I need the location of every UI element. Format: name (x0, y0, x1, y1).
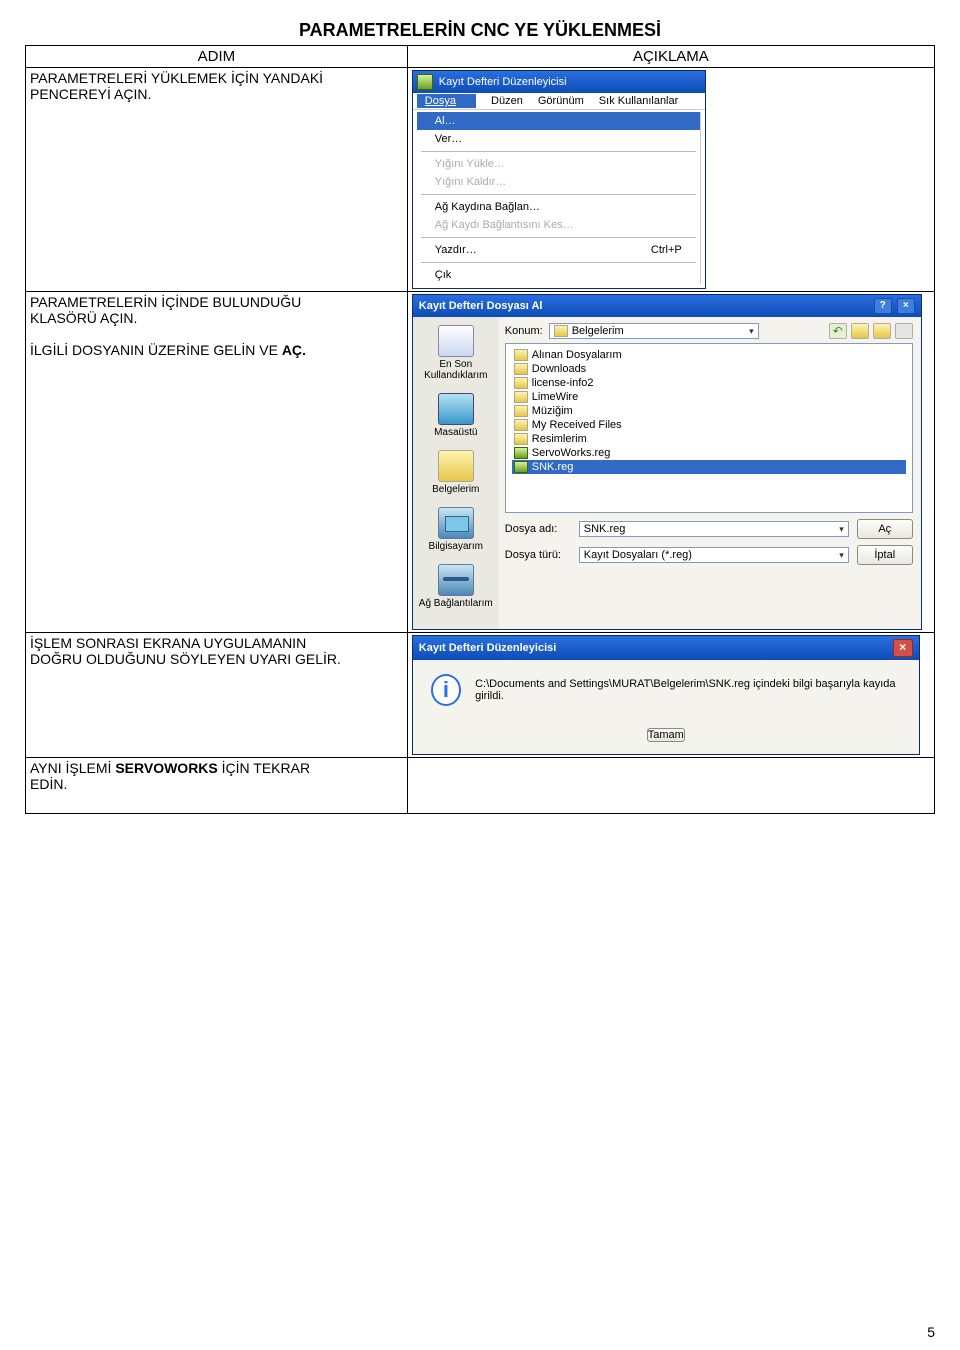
new-folder-icon[interactable] (873, 323, 891, 339)
step1-image: Kayıt Defteri Düzenleyicisi Dosya Düzen … (407, 68, 934, 292)
place-network[interactable]: Ağ Bağlantılarım (415, 564, 497, 609)
filetype-label: Dosya türü: (505, 549, 571, 561)
view-menu-icon[interactable] (895, 323, 913, 339)
menu-sik[interactable]: Sık Kullanılanlar (599, 95, 679, 107)
msgbox-titlebar: Kayıt Defteri Düzenleyicisi × (413, 636, 919, 660)
cancel-button[interactable]: İptal (857, 545, 913, 565)
close-icon[interactable]: × (893, 639, 913, 657)
regwin-title: Kayıt Defteri Düzenleyicisi (439, 76, 567, 88)
regwin-menubar: Dosya Düzen Görünüm Sık Kullanılanlar (413, 93, 705, 110)
folder-icon (554, 325, 568, 337)
place-documents[interactable]: Belgelerim (415, 450, 497, 495)
list-item[interactable]: Resimlerim (512, 432, 906, 446)
list-item[interactable]: license-info2 (512, 376, 906, 390)
chevron-down-icon: ▾ (839, 550, 844, 561)
list-item-selected[interactable]: SNK.reg (512, 460, 906, 474)
menu-item-al[interactable]: Al… (417, 112, 700, 130)
ok-button[interactable]: Tamam (647, 728, 685, 742)
list-item[interactable]: ServoWorks.reg (512, 446, 906, 460)
filename-combo[interactable]: SNK.reg▾ (579, 521, 849, 537)
menu-item-kes: Ağ Kaydı Bağlantısını Kes… (417, 216, 700, 234)
konum-combo[interactable]: Belgelerim ▾ (549, 323, 759, 339)
step3-image: Kayıt Defteri Düzenleyicisi × i C:\Docum… (407, 633, 934, 758)
info-icon: i (431, 674, 461, 706)
list-item[interactable]: Alınan Dosyalarım (512, 348, 906, 362)
step4-text: AYNI İŞLEMİ SERVOWORKS İÇİN TEKRAR EDİN. (26, 758, 408, 814)
place-recent[interactable]: En Son Kullandıklarım (415, 325, 497, 381)
chevron-down-icon: ▾ (749, 326, 754, 337)
back-icon[interactable]: ↶ (829, 323, 847, 339)
close-icon[interactable]: × (897, 298, 915, 314)
menu-item-baglan[interactable]: Ağ Kaydına Bağlan… (417, 198, 700, 216)
filename-label: Dosya adı: (505, 523, 571, 535)
places-bar: En Son Kullandıklarım Masaüstü Belgeleri… (413, 317, 499, 629)
step3-text: İŞLEM SONRASI EKRANA UYGULAMANIN DOĞRU O… (26, 633, 408, 758)
page-title: PARAMETRELERİN CNC YE YÜKLENMESİ (25, 20, 935, 41)
list-item[interactable]: My Received Files (512, 418, 906, 432)
page-number: 5 (927, 1324, 935, 1340)
place-computer[interactable]: Bilgisayarım (415, 507, 497, 552)
regedit-icon (417, 74, 433, 90)
menu-item-yukle: Yığını Yükle… (417, 155, 700, 173)
menu-duzen[interactable]: Düzen (491, 95, 523, 107)
menu-dosya[interactable]: Dosya (417, 94, 476, 108)
open-button[interactable]: Aç (857, 519, 913, 539)
col-desc: AÇIKLAMA (407, 46, 934, 68)
list-item[interactable]: Müziğim (512, 404, 906, 418)
menu-item-yazdir[interactable]: Yazdır… Ctrl+P (417, 241, 700, 259)
filetype-combo[interactable]: Kayıt Dosyaları (*.reg)▾ (579, 547, 849, 563)
list-item[interactable]: LimeWire (512, 390, 906, 404)
message-box: Kayıt Defteri Düzenleyicisi × i C:\Docum… (412, 635, 920, 755)
open-file-dialog: Kayıt Defteri Dosyası Al ? × En Son Kull… (412, 294, 922, 630)
step2-text: PARAMETRELERİN İÇİNDE BULUNDUĞU KLASÖRÜ … (26, 292, 408, 633)
chevron-down-icon: ▾ (839, 524, 844, 535)
menu-item-kaldir: Yığını Kaldır… (417, 173, 700, 191)
msgbox-text: C:\Documents and Settings\MURAT\Belgeler… (475, 678, 901, 702)
step4-image (407, 758, 934, 814)
main-table: ADIM AÇIKLAMA PARAMETRELERİ YÜKLEMEK İÇİ… (25, 45, 935, 814)
list-item[interactable]: Downloads (512, 362, 906, 376)
menu-gorunum[interactable]: Görünüm (538, 95, 584, 107)
registry-editor-window: Kayıt Defteri Düzenleyicisi Dosya Düzen … (412, 70, 706, 289)
up-folder-icon[interactable] (851, 323, 869, 339)
place-desktop[interactable]: Masaüstü (415, 393, 497, 438)
dialog-titlebar: Kayıt Defteri Dosyası Al ? × (413, 295, 921, 317)
col-step: ADIM (26, 46, 408, 68)
file-menu-dropdown: Al… Ver… Yığını Yükle… Yığını Kaldır… Ağ… (417, 112, 701, 284)
help-icon[interactable]: ? (874, 298, 892, 314)
konum-label: Konum: (505, 325, 543, 337)
step2-image: Kayıt Defteri Dosyası Al ? × En Son Kull… (407, 292, 934, 633)
menu-item-ver[interactable]: Ver… (417, 130, 700, 148)
regwin-titlebar: Kayıt Defteri Düzenleyicisi (413, 71, 705, 93)
file-list: Alınan Dosyalarım Downloads license-info… (505, 343, 913, 513)
menu-item-cik[interactable]: Çık (417, 266, 700, 284)
step1-text: PARAMETRELERİ YÜKLEMEK İÇİN YANDAKİ PENC… (26, 68, 408, 292)
